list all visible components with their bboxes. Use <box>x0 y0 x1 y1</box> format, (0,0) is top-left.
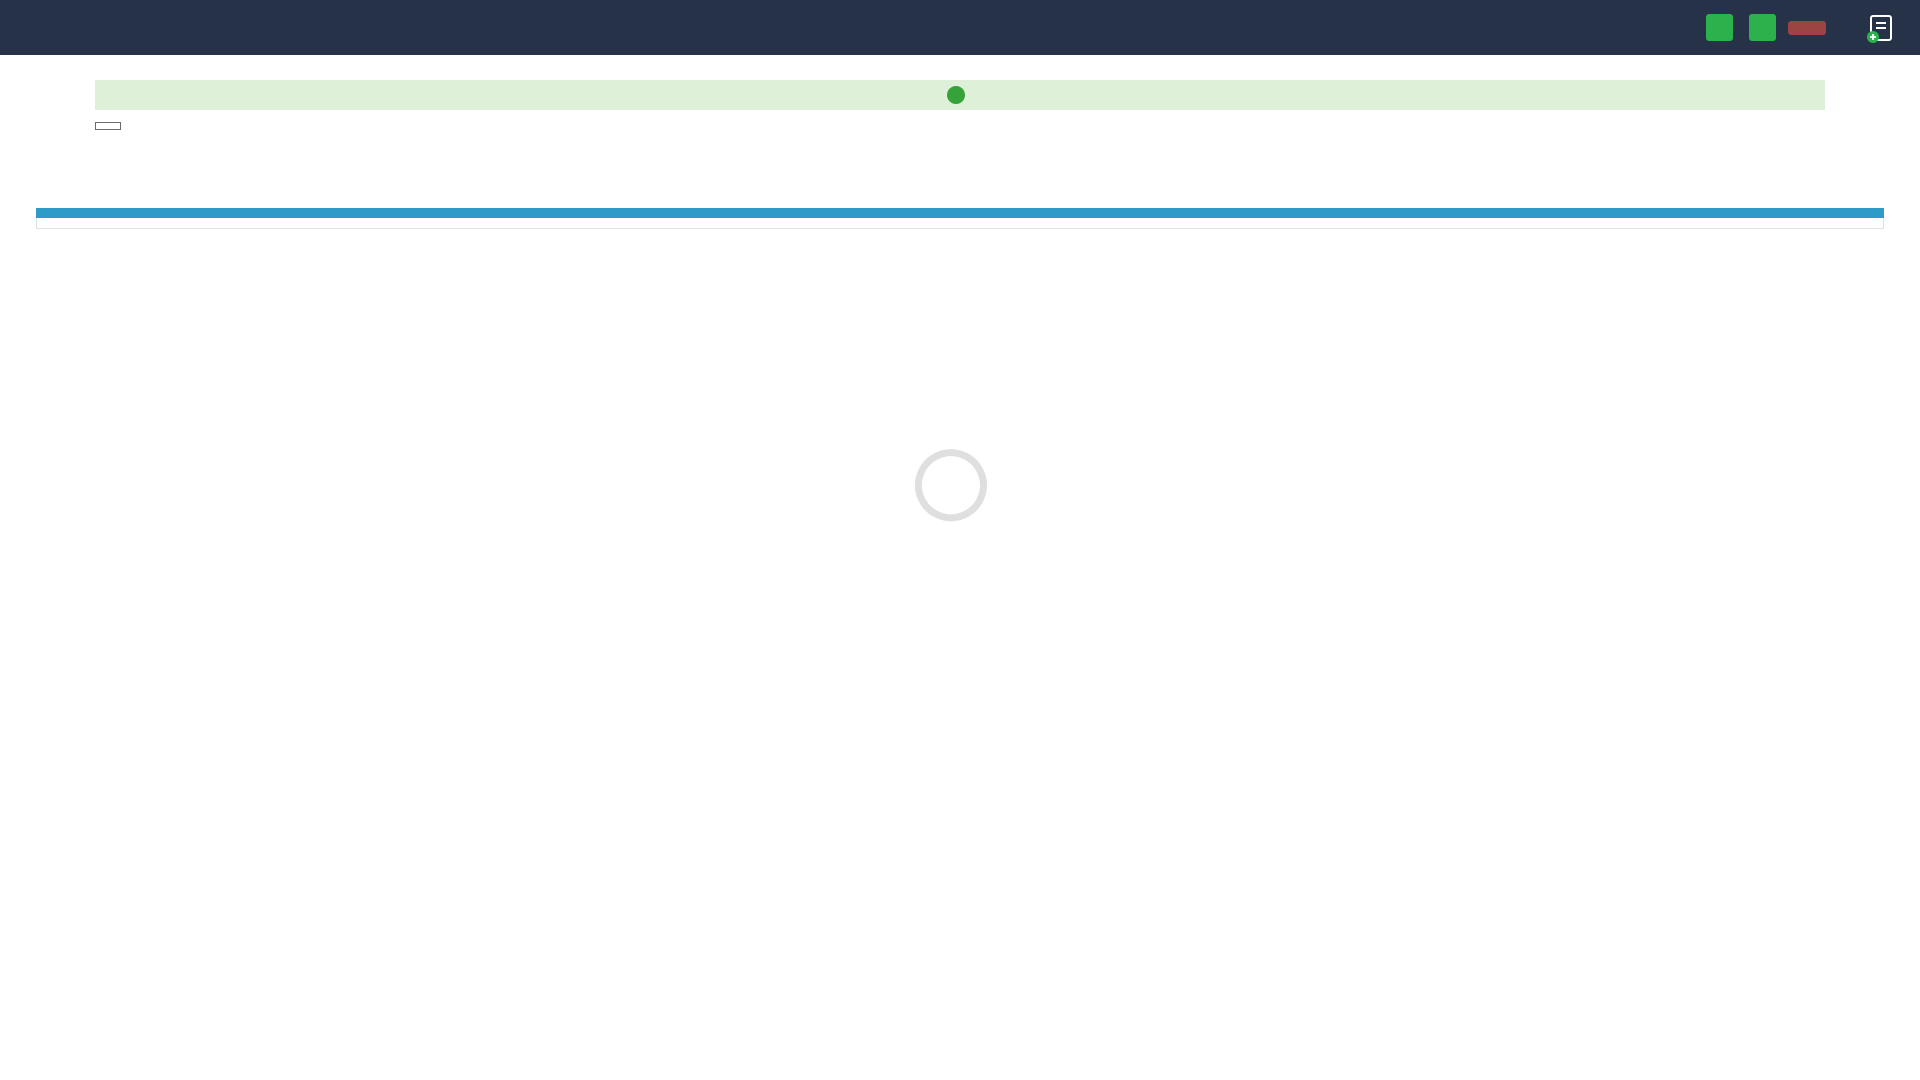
amounts-note-box <box>95 122 121 130</box>
next-report-button[interactable] <box>1706 14 1733 41</box>
report-icon <box>1866 13 1896 43</box>
watermark-logo <box>903 437 999 533</box>
info-icon <box>947 86 965 104</box>
signature-match-banner <box>95 80 1825 110</box>
activity-report-dropdown-button[interactable] <box>1788 21 1826 35</box>
watermark <box>903 429 1017 533</box>
amounts-note-row <box>95 122 1825 130</box>
amendment-note <box>0 144 1920 160</box>
topbar <box>0 0 1920 55</box>
topbar-right-group <box>1706 13 1896 43</box>
page <box>0 0 1920 1080</box>
units-note <box>36 218 1884 229</box>
section-header-production-sales <box>36 208 1884 218</box>
previous-report-button[interactable] <box>1749 14 1776 41</box>
